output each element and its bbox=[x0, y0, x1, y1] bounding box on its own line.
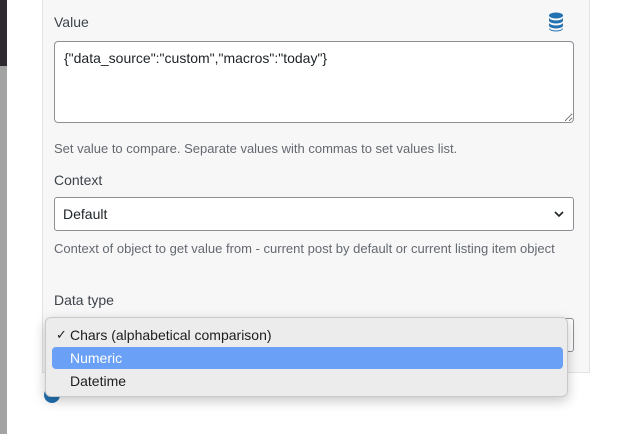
context-label: Context bbox=[54, 172, 103, 188]
value-help-text: Set value to compare. Separate values wi… bbox=[54, 141, 458, 156]
option-datetime[interactable]: Datetime bbox=[52, 370, 563, 392]
data-type-dropdown[interactable]: ✓ Chars (alphabetical comparison) Numeri… bbox=[45, 317, 568, 397]
option-numeric-label: Numeric bbox=[70, 350, 123, 366]
value-textarea[interactable] bbox=[54, 41, 574, 123]
context-help-text: Context of object to get value from - cu… bbox=[54, 241, 555, 256]
context-select[interactable]: Default bbox=[54, 197, 574, 231]
modal-stage: Value Set value to compare. Separate val… bbox=[0, 0, 630, 434]
chevron-down-icon bbox=[554, 211, 564, 218]
option-datetime-label: Datetime bbox=[70, 373, 127, 389]
option-numeric[interactable]: Numeric bbox=[52, 347, 563, 369]
option-chars-label: Chars (alphabetical comparison) bbox=[70, 327, 272, 343]
database-icon[interactable] bbox=[548, 12, 564, 32]
value-label: Value bbox=[54, 14, 89, 30]
checkmark-icon: ✓ bbox=[56, 327, 67, 342]
data-type-label: Data type bbox=[54, 292, 114, 308]
backdrop-dark-strip bbox=[0, 0, 7, 66]
option-chars[interactable]: ✓ Chars (alphabetical comparison) bbox=[52, 324, 563, 346]
context-selected-value: Default bbox=[63, 206, 108, 222]
